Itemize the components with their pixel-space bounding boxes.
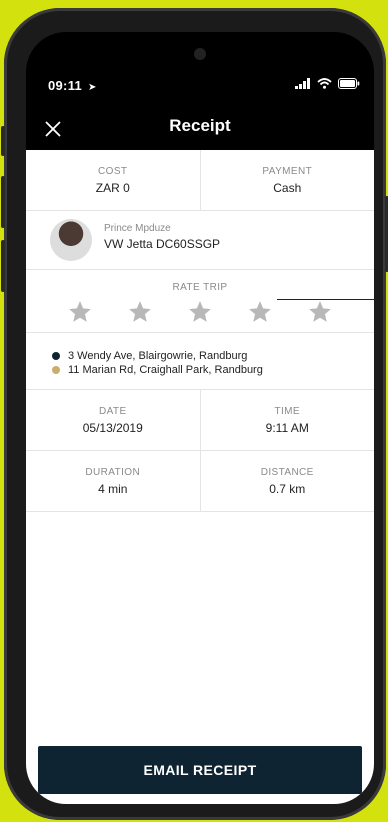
wifi-icon	[317, 78, 332, 89]
driver-car: VW Jetta DC60SSGP	[104, 237, 221, 251]
receipt-content: COST ZAR 0 PAYMENT Cash Prince Mpduze VW…	[26, 150, 374, 804]
signal-icon	[295, 78, 310, 89]
page-title: Receipt	[169, 116, 231, 135]
location-arrow-icon: ➤	[87, 82, 97, 93]
duration-distance-row: DURATION 4 min DISTANCE 0.7 km	[26, 451, 374, 512]
star-icon-2[interactable]	[127, 299, 153, 325]
status-time: 09:11 ➤	[48, 78, 97, 93]
duration-cell: DURATION 4 min	[26, 451, 200, 511]
status-bar: 09:11 ➤	[26, 76, 374, 96]
time-value: 9:11 AM	[265, 421, 309, 435]
volume-down-button	[1, 240, 5, 292]
pickup-address-text: 3 Wendy Ave, Blairgowrie, Randburg	[68, 350, 248, 362]
phone-frame: 09:11 ➤ Receipt COST ZAR 0 PAYMENT Cash …	[1, 8, 388, 820]
duration-value: 4 min	[98, 482, 128, 496]
star-rating	[26, 293, 374, 325]
date-label: DATE	[98, 406, 127, 417]
time-cell: TIME 9:11 AM	[199, 390, 375, 450]
address-section: 3 Wendy Ave, Blairgowrie, Randburg 11 Ma…	[26, 333, 374, 390]
email-receipt-wrapper: EMAIL RECEIPT	[38, 746, 362, 794]
star-icon-5[interactable]	[307, 299, 333, 325]
email-receipt-button[interactable]: EMAIL RECEIPT	[38, 746, 362, 794]
pickup-dot-icon	[52, 352, 60, 360]
cost-label: COST	[98, 166, 128, 177]
duration-label: DURATION	[85, 467, 141, 478]
battery-icon	[338, 78, 360, 89]
driver-avatar	[50, 219, 92, 261]
driver-name: Prince Mpduze	[104, 223, 171, 234]
mute-switch	[1, 126, 5, 156]
status-time-text: 09:11	[48, 78, 83, 93]
time-label: TIME	[274, 406, 300, 417]
camera-dot	[194, 48, 206, 60]
dropoff-address: 11 Marian Rd, Craighall Park, Randburg	[52, 363, 374, 377]
distance-label: DISTANCE	[260, 467, 314, 478]
star-icon-3[interactable]	[187, 299, 213, 325]
app-bar: Receipt	[26, 110, 374, 152]
date-time-row: DATE 05/13/2019 TIME 9:11 AM	[26, 390, 374, 451]
date-cell: DATE 05/13/2019	[26, 390, 200, 450]
driver-section: Prince Mpduze VW Jetta DC60SSGP	[26, 211, 374, 270]
status-icons	[295, 78, 360, 89]
cost-cell: COST ZAR 0	[26, 150, 200, 210]
distance-value: 0.7 km	[269, 482, 306, 496]
dropoff-dot-icon	[52, 366, 60, 374]
cost-value: ZAR 0	[95, 181, 130, 195]
date-value: 05/13/2019	[82, 421, 143, 435]
star-icon-4[interactable]	[247, 299, 273, 325]
rate-trip-section: RATE TRIP	[26, 270, 374, 333]
distance-cell: DISTANCE 0.7 km	[199, 451, 375, 511]
cost-payment-row: COST ZAR 0 PAYMENT Cash	[26, 150, 374, 211]
callout-line	[277, 299, 377, 300]
screen: 09:11 ➤ Receipt COST ZAR 0 PAYMENT Cash …	[26, 32, 374, 804]
payment-value: Cash	[273, 181, 302, 195]
payment-cell: PAYMENT Cash	[199, 150, 375, 210]
payment-label: PAYMENT	[262, 166, 313, 177]
pickup-address: 3 Wendy Ave, Blairgowrie, Randburg	[52, 333, 374, 363]
volume-up-button	[1, 176, 5, 228]
star-icon-1[interactable]	[67, 299, 93, 325]
rate-trip-label: RATE TRIP	[172, 282, 228, 293]
dropoff-address-text: 11 Marian Rd, Craighall Park, Randburg	[68, 364, 263, 376]
